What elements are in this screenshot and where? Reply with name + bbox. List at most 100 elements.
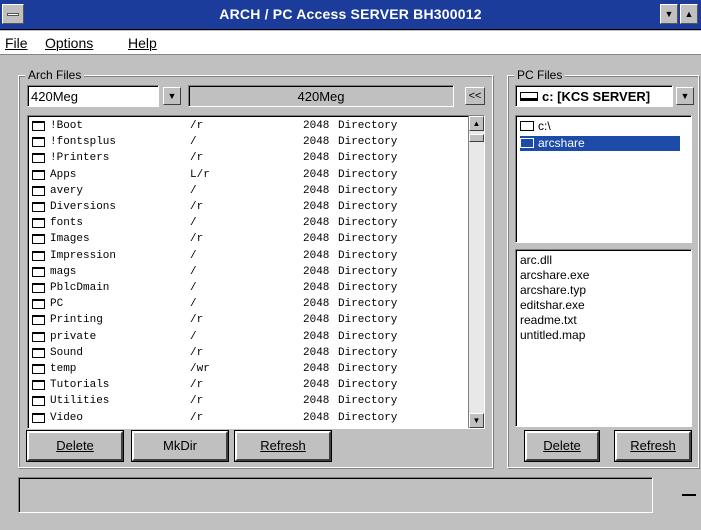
file-name: Utilities: [50, 395, 110, 408]
file-attributes: /r: [190, 314, 204, 327]
file-type: Directory: [338, 120, 398, 132]
pc-drive-select[interactable]: c: [KCS SERVER]: [515, 85, 673, 107]
file-size: 2048: [303, 201, 330, 213]
tree-item[interactable]: arcshare: [520, 136, 680, 151]
arch-drive-dropdown-button[interactable]: ▼: [163, 87, 181, 105]
file-type: Directory: [338, 249, 398, 262]
pc-file-list[interactable]: arc.dll arcshare.exe arcshare.typ editshar.…: [515, 249, 692, 427]
list-item[interactable]: readme.txt: [520, 313, 577, 328]
file-attributes: /r: [190, 233, 204, 246]
file-name: !fontsplus: [50, 136, 117, 149]
arch-delete-button[interactable]: Delete: [26, 430, 124, 462]
list-item[interactable]: arc.dll: [520, 253, 552, 268]
file-size: 2048: [303, 184, 330, 197]
menu-options[interactable]: Options: [45, 35, 93, 51]
table-row[interactable]: Printing/r 2048 Directory: [28, 313, 468, 327]
menu-file[interactable]: File: [5, 35, 28, 51]
arch-path-value: 420Meg: [297, 89, 345, 104]
table-row[interactable]: PblcDmain / 2048 Directory: [28, 281, 468, 295]
folder-icon: [32, 380, 45, 391]
folder-icon: [32, 218, 45, 229]
folder-icon: [32, 169, 45, 180]
arch-mkdir-button[interactable]: MkDir: [131, 430, 229, 462]
file-type: Directory: [338, 314, 398, 327]
file-attributes: /r: [190, 395, 204, 408]
arch-refresh-button[interactable]: Refresh: [234, 430, 332, 462]
list-item[interactable]: arcshare.typ: [520, 283, 586, 298]
menu-bar: File Options Help: [0, 31, 701, 55]
table-row[interactable]: avery / 2048 Directory: [28, 184, 468, 198]
table-row[interactable]: mags / 2048 Directory: [28, 265, 468, 279]
table-row[interactable]: fonts / 2048 Directory: [28, 216, 468, 230]
file-attributes: /: [190, 136, 197, 149]
file-size: 2048: [303, 120, 330, 132]
file-size: 2048: [303, 363, 330, 375]
table-row[interactable]: Utilities/r 2048 Directory: [28, 394, 468, 408]
list-item[interactable]: arcshare.exe: [520, 268, 589, 283]
file-size: 2048: [303, 217, 330, 230]
scroll-up-button[interactable]: ▲: [469, 116, 484, 131]
folder-icon: [32, 137, 45, 148]
arch-list-scrollbar[interactable]: ▲ ▼: [468, 116, 484, 428]
copy-to-arch-button[interactable]: <<: [465, 87, 485, 105]
table-row[interactable]: Sound/r 2048 Directory: [28, 346, 468, 360]
file-size: 2048: [303, 411, 330, 424]
file-attributes: /wr: [190, 363, 210, 375]
table-row[interactable]: private / 2048 Directory: [28, 330, 468, 344]
pc-drive-dropdown-button[interactable]: ▼: [676, 87, 694, 105]
file-attributes: /: [190, 282, 197, 294]
table-row[interactable]: Impression / 2048 Directory: [28, 249, 468, 263]
table-row[interactable]: !Printers/r 2048 Directory: [28, 151, 468, 165]
file-type: Directory: [338, 184, 398, 197]
folder-icon: [32, 202, 45, 212]
file-attributes: /r: [190, 201, 204, 213]
table-row[interactable]: Tutorials/r 2048 Directory: [28, 378, 468, 392]
file-attributes: /: [190, 330, 197, 343]
file-name: fonts: [50, 217, 84, 230]
file-size: 2048: [303, 168, 330, 181]
file-size: 2048: [303, 298, 330, 311]
file-size: 2048: [303, 346, 330, 359]
scroll-thumb[interactable]: [469, 134, 484, 142]
table-row[interactable]: Video/r 2048 Directory: [28, 411, 468, 425]
table-row[interactable]: Images/r 2048 Directory: [28, 232, 468, 246]
table-row[interactable]: temp/wr 2048 Directory: [28, 362, 468, 376]
chevron-down-icon: ▼: [680, 91, 690, 101]
folder-icon: [32, 412, 45, 423]
list-item[interactable]: untitled.map: [520, 328, 585, 343]
file-type: Directory: [338, 152, 398, 165]
pc-refresh-button[interactable]: Refresh: [614, 430, 692, 462]
file-attributes: /: [190, 184, 197, 197]
arch-file-list[interactable]: !Boot/r 2048 Directory !fontsplus / 2048 Direc…: [27, 115, 485, 429]
file-type: Directory: [338, 233, 398, 246]
pc-files-group: PC Files c: [KCS SERVER] ▼ c:\ arcshare a…: [507, 68, 699, 468]
file-attributes: /: [190, 217, 197, 230]
file-name: Sound: [50, 346, 84, 359]
folder-icon: [32, 396, 45, 407]
list-item[interactable]: editshar.exe: [520, 298, 585, 313]
table-row[interactable]: PC / 2048 Directory: [28, 297, 468, 311]
scroll-down-button[interactable]: ▼: [469, 413, 484, 428]
file-name: private: [50, 330, 97, 343]
title-bar: ARCH / PC Access SERVER BH300012 ▼ ▲: [0, 0, 701, 30]
minimize-button[interactable]: ▼: [660, 4, 678, 24]
file-type: Directory: [338, 346, 398, 359]
table-row[interactable]: !Boot/r 2048 Directory: [28, 119, 468, 133]
folder-icon: [32, 299, 45, 310]
file-size: 2048: [303, 265, 330, 278]
pc-folder-tree[interactable]: c:\ arcshare: [515, 115, 692, 243]
table-row[interactable]: Diversions/r 2048 Directory: [28, 200, 468, 214]
folder-icon: [32, 364, 45, 374]
menu-help[interactable]: Help: [128, 35, 157, 51]
file-attributes: /r: [190, 152, 204, 165]
tree-item[interactable]: c:\: [520, 119, 680, 134]
arch-drive-select[interactable]: 420Meg: [27, 85, 159, 107]
table-row[interactable]: Apps L/r 2048 Directory: [28, 168, 468, 182]
maximize-button[interactable]: ▲: [680, 4, 698, 24]
file-name: Apps: [50, 168, 77, 181]
pc-delete-button[interactable]: Delete: [524, 430, 600, 462]
file-size: 2048: [303, 249, 330, 262]
file-size: 2048: [303, 152, 330, 165]
table-row[interactable]: !fontsplus / 2048 Directory: [28, 135, 468, 149]
file-attributes: /: [190, 298, 197, 311]
